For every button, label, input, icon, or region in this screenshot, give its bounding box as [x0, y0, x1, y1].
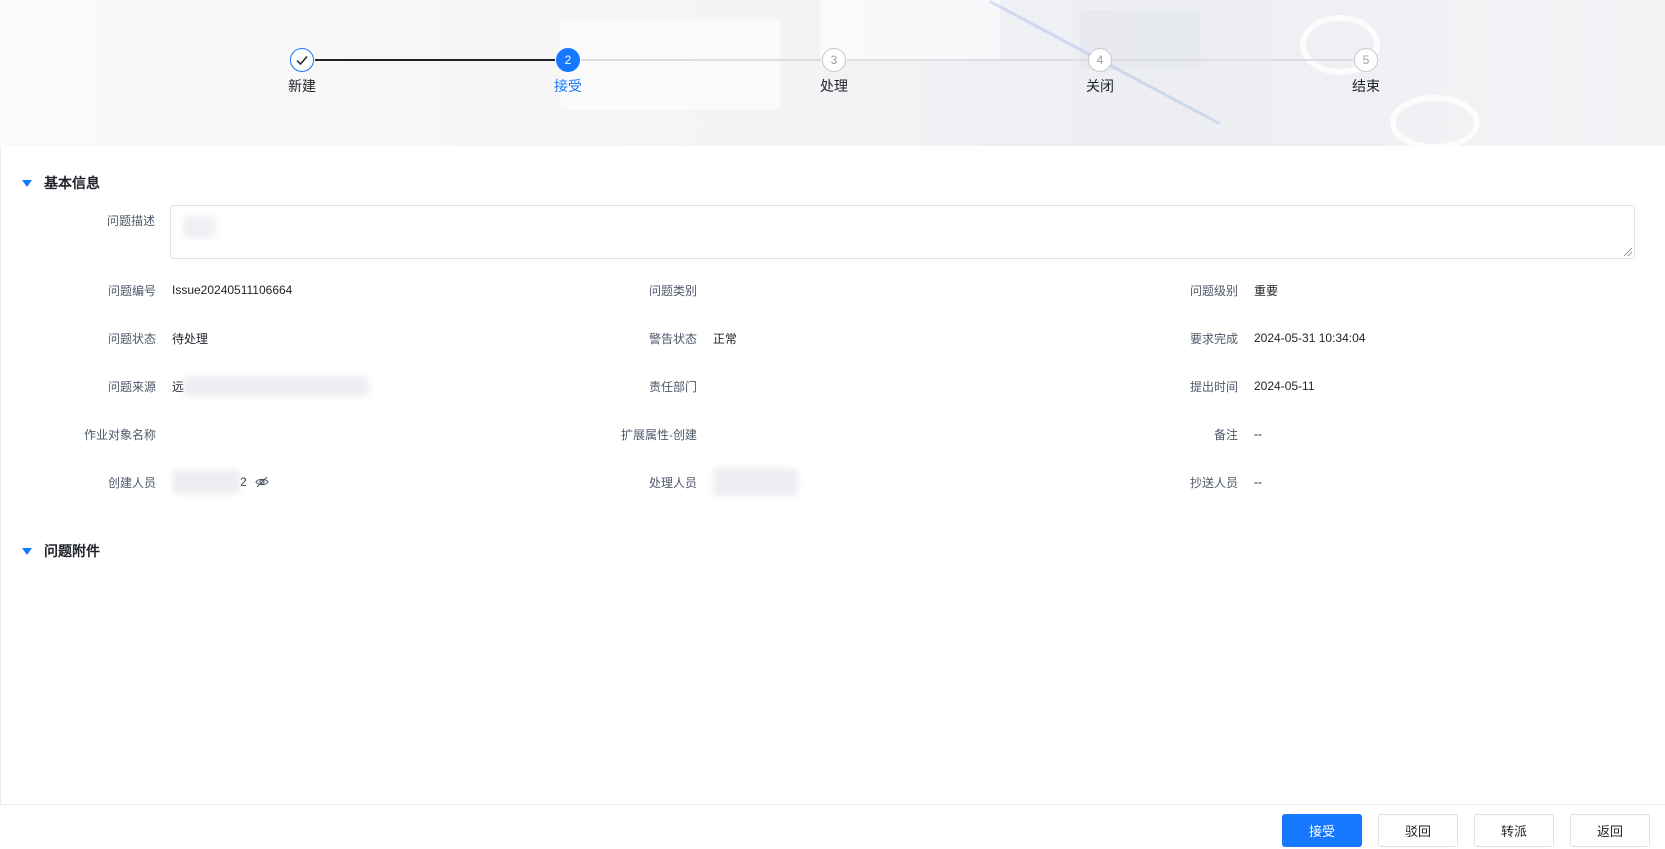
- field-responsible-dept: 责任部门: [547, 376, 713, 396]
- field-value: 2: [172, 470, 269, 494]
- field-label: 扩展属性-创建: [621, 427, 697, 442]
- caret-down-icon: [22, 547, 32, 555]
- step-connector: [1113, 59, 1353, 61]
- content-border: [0, 146, 1, 804]
- field-creator: 创建人员 2: [6, 470, 269, 494]
- resize-handle-icon[interactable]: [1624, 248, 1632, 256]
- field-issue-no: 问题编号 Issue20240511106664: [6, 280, 292, 300]
- step-connector: [847, 59, 1087, 61]
- field-label: 问题来源: [107, 379, 156, 394]
- field-value: --: [1254, 427, 1262, 441]
- field-label: 问题编号: [107, 283, 156, 298]
- step-connector: [581, 59, 821, 61]
- eye-off-icon[interactable]: [255, 475, 269, 489]
- redacted-text: [713, 468, 798, 496]
- step-new: 新建: [272, 48, 332, 96]
- field-value: 2024-05-31 10:34:04: [1254, 331, 1366, 345]
- field-issue-category: 问题类别: [547, 280, 713, 300]
- field-value-text: 2: [240, 475, 247, 489]
- step-number: 4: [1088, 48, 1112, 72]
- field-label: 作业对象名称: [83, 427, 156, 442]
- step-number: 2: [556, 48, 580, 72]
- field-value: 远: [172, 376, 370, 396]
- field-value: 重要: [1254, 283, 1279, 298]
- field-value-text: 远: [172, 379, 185, 394]
- step-label: 新建: [288, 78, 316, 94]
- step-label: 接受: [554, 78, 582, 94]
- field-label: 警告状态: [648, 331, 697, 346]
- field-label: 抄送人员: [1189, 475, 1238, 490]
- section-attachments-toggle[interactable]: 问题附件: [22, 541, 100, 561]
- field-submit-time: 提出时间 2024-05-11: [1088, 376, 1315, 396]
- step-end: 5 结束: [1336, 48, 1396, 96]
- field-value: Issue20240511106664: [172, 283, 293, 297]
- description-textarea[interactable]: [170, 205, 1635, 259]
- transfer-button[interactable]: 转派: [1474, 814, 1554, 847]
- step-close: 4 关闭: [1070, 48, 1130, 96]
- step-number: 3: [822, 48, 846, 72]
- field-value: 待处理: [172, 331, 209, 346]
- field-label: 问题级别: [1189, 283, 1238, 298]
- back-button[interactable]: 返回: [1570, 814, 1650, 847]
- action-footer: 接受 驳回 转派 返回: [0, 804, 1665, 849]
- step-connector: [315, 59, 555, 61]
- section-basic-info-toggle[interactable]: 基本信息: [22, 173, 100, 193]
- field-remark: 备注 --: [1088, 424, 1262, 444]
- field-value: 2024-05-11: [1254, 379, 1315, 393]
- section-title: 基本信息: [44, 175, 100, 191]
- field-ext-attr-create: 扩展属性-创建: [547, 424, 713, 444]
- description-label: 问题描述: [106, 214, 155, 228]
- field-value: [713, 468, 798, 496]
- field-label: 处理人员: [648, 475, 697, 490]
- progress-steps: 新建 2 接受 3 处理 4 关闭 5 结束: [0, 0, 1665, 146]
- redacted-text: [184, 376, 370, 396]
- field-value: 正常: [713, 331, 738, 346]
- field-label: 问题类别: [648, 283, 697, 298]
- section-title: 问题附件: [44, 543, 100, 559]
- field-label: 要求完成: [1189, 331, 1238, 346]
- step-label: 处理: [820, 78, 848, 94]
- redacted-text: [183, 216, 215, 238]
- reject-button[interactable]: 驳回: [1378, 814, 1458, 847]
- field-issue-source: 问题来源 远: [6, 376, 370, 396]
- field-label: 创建人员: [107, 475, 156, 490]
- field-alert-status: 警告状态 正常: [547, 328, 737, 348]
- check-icon: [290, 48, 314, 72]
- caret-down-icon: [22, 179, 32, 187]
- field-work-object-name: 作业对象名称: [6, 424, 172, 444]
- field-value: --: [1254, 475, 1262, 489]
- step-accept: 2 接受: [538, 48, 598, 96]
- step-process: 3 处理: [804, 48, 864, 96]
- field-label: 责任部门: [648, 379, 697, 394]
- field-cc: 抄送人员 --: [1088, 472, 1262, 492]
- field-required-completion: 要求完成 2024-05-31 10:34:04: [1088, 328, 1365, 348]
- field-issue-status: 问题状态 待处理: [6, 328, 208, 348]
- accept-button[interactable]: 接受: [1282, 814, 1362, 847]
- step-label: 关闭: [1086, 78, 1114, 94]
- field-label: 问题状态: [107, 331, 156, 346]
- field-issue-level: 问题级别 重要: [1088, 280, 1278, 300]
- redacted-text: [172, 470, 240, 494]
- field-label: 备注: [1213, 427, 1238, 442]
- field-label: 提出时间: [1189, 379, 1238, 394]
- step-label: 结束: [1352, 78, 1380, 94]
- step-number: 5: [1354, 48, 1378, 72]
- field-handler: 处理人员: [547, 468, 798, 496]
